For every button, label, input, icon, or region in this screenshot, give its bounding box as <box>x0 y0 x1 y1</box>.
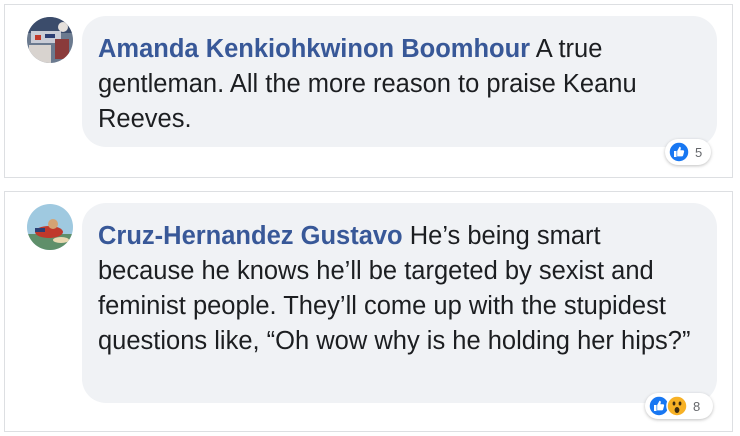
avatar[interactable] <box>27 204 73 250</box>
reaction-count: 5 <box>695 144 703 160</box>
comment-card: Cruz-Hernandez Gustavo He’s being smart … <box>4 191 733 432</box>
reaction-count: 8 <box>693 398 701 414</box>
reactions-summary[interactable]: 5 <box>665 139 711 165</box>
comment-bubble: Amanda Kenkiohkwinon Boomhour A true gen… <box>82 16 717 147</box>
comment-author[interactable]: Amanda Kenkiohkwinon Boomhour <box>98 35 530 63</box>
comment-bubble: Cruz-Hernandez Gustavo He’s being smart … <box>82 203 717 403</box>
avatar[interactable] <box>27 17 73 63</box>
comment-card: Amanda Kenkiohkwinon Boomhour A true gen… <box>4 4 733 178</box>
wow-icon <box>666 395 688 417</box>
comment-author[interactable]: Cruz-Hernandez Gustavo <box>98 222 403 250</box>
reactions-summary[interactable]: 8 <box>645 393 713 419</box>
like-icon <box>668 141 690 163</box>
